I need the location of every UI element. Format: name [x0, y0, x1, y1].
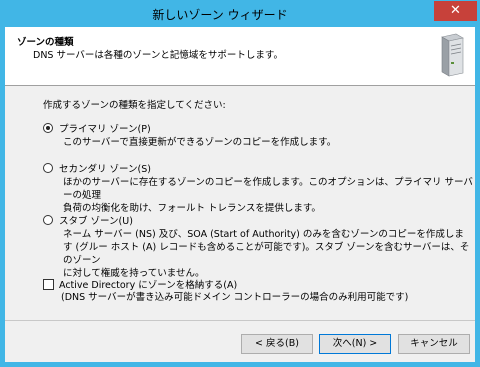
ad-store-label: Active Directory にゾーンを格納する(A)	[59, 280, 238, 291]
description-line: ネーム サーバー (NS) 及び、SOA (Start of Authority…	[63, 229, 464, 240]
description-line: す (グルー ホスト (A) レコードも含めることが可能です)。スタブ ゾーンを…	[63, 242, 470, 266]
option-primary-label: プライマリ ゾーン(P)	[59, 124, 151, 135]
option-secondary-zone[interactable]: セカンダリ ゾーン(S)	[43, 161, 151, 175]
option-stub-zone[interactable]: スタブ ゾーン(U)	[43, 213, 133, 227]
description-line: ほかのサーバーに存在するゾーンのコピーを作成します。このオプションは、プライマリ…	[63, 177, 473, 201]
window-title: 新しいゾーン ウィザード	[152, 8, 288, 22]
wizard-content: 作成するゾーンの種類を指定してください: プライマリ ゾーン(P) このサーバー…	[5, 86, 475, 306]
option-secondary-description: ほかのサーバーに存在するゾーンのコピーを作成します。このオプションは、プライマリ…	[63, 176, 475, 215]
ad-store-checkbox-row[interactable]: Active Directory にゾーンを格納する(A)	[43, 277, 237, 291]
description-line: このサーバーで直接更新ができるゾーンのコピーを作成します。	[63, 137, 337, 148]
title-bar[interactable]: 新しいゾーン ウィザード ✕	[1, 1, 479, 27]
cancel-button[interactable]: キャンセル	[398, 334, 470, 354]
footer-divider	[5, 320, 475, 321]
radio-stub[interactable]	[43, 215, 53, 225]
radio-secondary[interactable]	[43, 163, 53, 173]
option-secondary-label: セカンダリ ゾーン(S)	[59, 164, 151, 175]
wizard-header: ゾーンの種類 DNS サーバーは各種のゾーンと記憶域をサポートします。	[5, 27, 475, 86]
option-stub-label: スタブ ゾーン(U)	[59, 216, 133, 227]
next-button[interactable]: 次へ(N) >	[319, 334, 391, 354]
close-button[interactable]: ✕	[434, 1, 477, 21]
page-title: ゾーンの種類	[17, 37, 74, 48]
option-primary-description: このサーバーで直接更新ができるゾーンのコピーを作成します。	[63, 136, 336, 149]
back-button[interactable]: < 戻る(B)	[241, 334, 313, 354]
server-icon	[441, 33, 464, 77]
close-icon: ✕	[450, 3, 461, 18]
option-primary-zone[interactable]: プライマリ ゾーン(P)	[43, 121, 151, 135]
ad-store-checkbox[interactable]	[43, 278, 54, 290]
ad-store-note: (DNS サーバーが書き込み可能ドメイン コントローラーの場合のみ利用可能です)	[61, 292, 409, 303]
wizard-window: 新しいゾーン ウィザード ✕ ゾーンの種類 DNS サーバーは各種のゾーンと記憶…	[0, 0, 480, 367]
instruction-text: 作成するゾーンの種類を指定してください:	[43, 100, 226, 111]
dialog-client: ゾーンの種類 DNS サーバーは各種のゾーンと記憶域をサポートします。 作成する…	[5, 27, 475, 362]
option-stub-description: ネーム サーバー (NS) 及び、SOA (Start of Authority…	[63, 228, 475, 280]
radio-primary[interactable]	[43, 123, 53, 133]
page-subtitle: DNS サーバーは各種のゾーンと記憶域をサポートします。	[33, 50, 283, 61]
